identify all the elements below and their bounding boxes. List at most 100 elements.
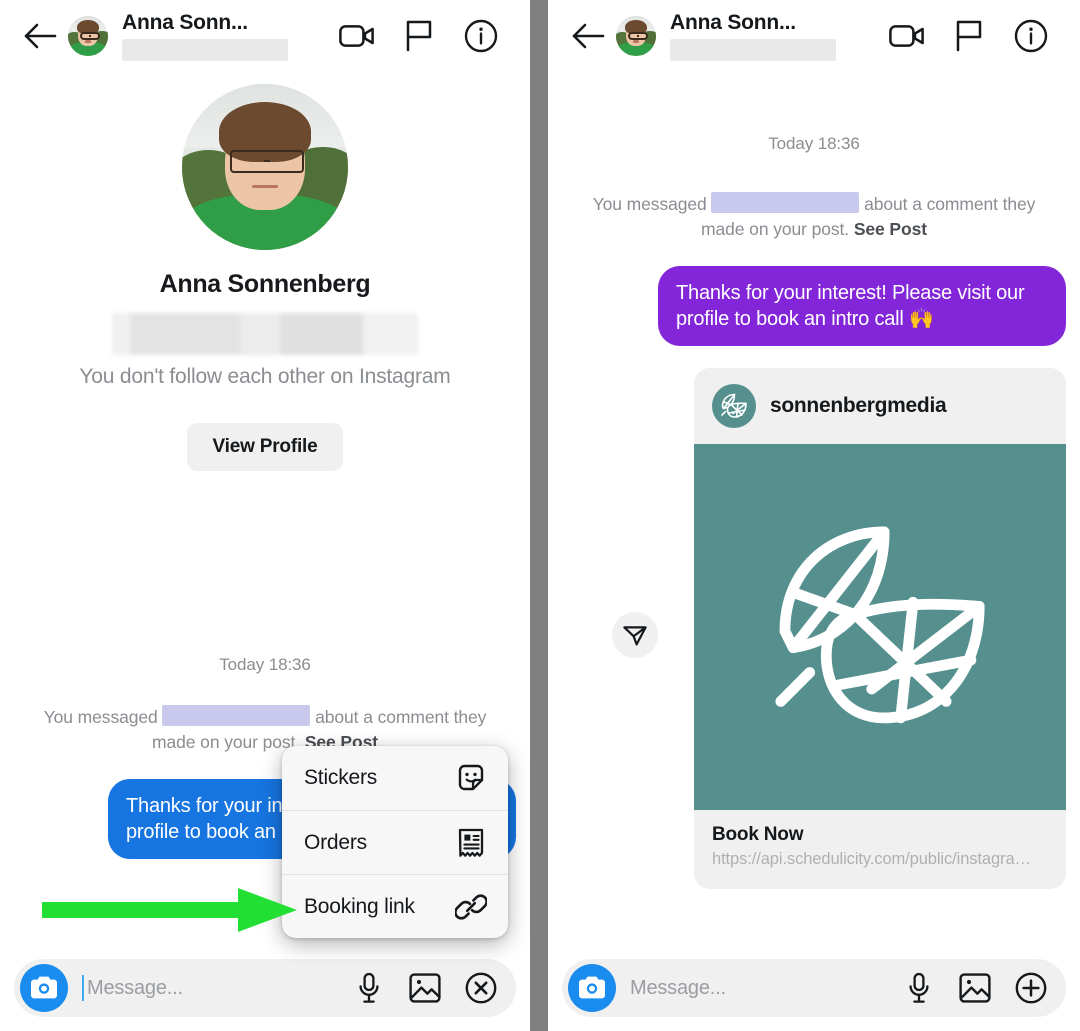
outgoing-message-row: Thanks for your interest! Please visit o… xyxy=(548,266,1080,346)
camera-icon xyxy=(31,976,57,999)
receipt-icon xyxy=(454,826,488,860)
gallery-button[interactable] xyxy=(408,971,442,1005)
composer-pill: Message... xyxy=(14,959,516,1017)
camera-icon xyxy=(579,976,605,999)
header-title-block[interactable]: Anna Sonn... xyxy=(122,11,326,61)
chat-header-right: Anna Sonn... xyxy=(548,0,1080,72)
dual-screenshot-container: Anna Sonn... Anna Sonnenberg You don't f… xyxy=(0,0,1080,1031)
page-title: Anna Sonn... xyxy=(670,10,796,34)
post-card-header: sonnenbergmedia xyxy=(694,368,1066,444)
post-cta-label: Book Now xyxy=(712,824,804,845)
header-actions xyxy=(876,8,1062,64)
mic-button[interactable] xyxy=(352,971,386,1005)
system-note: You messaged about a comment they made o… xyxy=(548,192,1080,242)
panel-divider xyxy=(530,0,548,1031)
chat-header-left: Anna Sonn... xyxy=(0,0,530,72)
flag-icon xyxy=(406,20,432,51)
gallery-button[interactable] xyxy=(958,971,992,1005)
avatar-photo xyxy=(68,15,108,56)
composer-actions xyxy=(902,971,1048,1005)
composer-pill: Message... xyxy=(562,959,1066,1017)
back-button[interactable] xyxy=(16,12,64,60)
flag-button[interactable] xyxy=(938,8,1000,64)
follow-status-text: You don't follow each other on Instagram xyxy=(79,365,451,388)
menu-item-stickers[interactable]: Stickers xyxy=(282,746,508,810)
outgoing-message-bubble[interactable]: Thanks for your interest! Please visit o… xyxy=(658,266,1066,346)
info-icon xyxy=(1014,19,1048,52)
video-call-icon xyxy=(889,24,924,47)
header-actions xyxy=(326,8,512,64)
profile-name: Anna Sonnenberg xyxy=(159,270,371,298)
profile-intro: Anna Sonnenberg You don't follow each ot… xyxy=(0,72,530,471)
message-input[interactable]: Message... xyxy=(82,975,352,1001)
redacted-username-bar xyxy=(670,38,836,61)
info-icon xyxy=(464,19,498,52)
add-attachment-button[interactable] xyxy=(1014,971,1048,1005)
message-placeholder: Message... xyxy=(630,976,726,999)
thread-timestamp: Today 18:36 xyxy=(768,134,860,153)
thread-timestamp: Today 18:36 xyxy=(219,655,311,674)
back-arrow-icon xyxy=(572,23,605,48)
redacted-name-chip xyxy=(711,192,860,213)
send-post-button[interactable] xyxy=(612,612,658,658)
post-image[interactable] xyxy=(694,444,1066,810)
video-call-icon xyxy=(339,24,374,47)
video-call-button[interactable] xyxy=(326,8,388,64)
post-username: sonnenbergmedia xyxy=(770,394,947,417)
menu-item-label: Booking link xyxy=(304,894,415,918)
page-title: Anna Sonn... xyxy=(122,10,248,34)
redacted-handle-bar xyxy=(112,313,418,355)
avatar[interactable] xyxy=(68,15,108,56)
mic-button[interactable] xyxy=(902,971,936,1005)
message-placeholder: Message... xyxy=(87,976,183,999)
back-arrow-icon xyxy=(24,23,57,48)
microphone-icon xyxy=(909,972,929,1003)
composer-right: Message... xyxy=(548,945,1080,1031)
profile-avatar[interactable] xyxy=(182,84,348,250)
profile-avatar-photo xyxy=(182,84,348,250)
redacted-name-chip xyxy=(162,705,311,726)
image-gallery-icon xyxy=(409,973,441,1003)
composer-left: Message... xyxy=(0,945,530,1031)
microphone-icon xyxy=(359,972,379,1003)
shared-post-card[interactable]: sonnenbergmedia Book Now https://api.sch… xyxy=(694,368,1066,889)
attachment-popup-menu: Stickers Orders Booking link xyxy=(282,746,508,938)
two-leaves-logo-icon xyxy=(775,526,985,724)
view-profile-row: View Profile xyxy=(0,423,530,471)
avatar-photo xyxy=(616,15,656,56)
right-screen: Anna Sonn... Today 18:36 You messaged ab… xyxy=(548,0,1080,1031)
post-card-footer: Book Now https://api.schedulicity.com/pu… xyxy=(694,810,1066,889)
close-button[interactable] xyxy=(464,971,498,1005)
camera-button[interactable] xyxy=(568,964,616,1012)
send-paper-plane-icon xyxy=(623,626,647,646)
menu-item-label: Stickers xyxy=(304,766,378,789)
menu-item-booking-link[interactable]: Booking link xyxy=(282,874,508,938)
annotation-arrow xyxy=(42,888,297,932)
redacted-username-bar xyxy=(122,38,288,61)
see-post-link[interactable]: See Post xyxy=(854,219,927,239)
text-caret xyxy=(82,975,84,1001)
close-x-icon xyxy=(465,972,497,1004)
camera-button[interactable] xyxy=(20,964,68,1012)
info-button[interactable] xyxy=(1000,8,1062,64)
header-title-block[interactable]: Anna Sonn... xyxy=(670,11,876,61)
left-screen: Anna Sonn... Anna Sonnenberg You don't f… xyxy=(0,0,530,1031)
view-profile-button[interactable]: View Profile xyxy=(186,423,344,471)
menu-item-orders[interactable]: Orders xyxy=(282,810,508,874)
system-note-prefix: You messaged xyxy=(592,194,707,214)
avatar[interactable] xyxy=(616,15,656,56)
post-url: https://api.schedulicity.com/public/inst… xyxy=(712,850,1031,868)
video-call-button[interactable] xyxy=(876,8,938,64)
flag-button[interactable] xyxy=(388,8,450,64)
menu-item-label: Orders xyxy=(304,830,367,854)
info-button[interactable] xyxy=(450,8,512,64)
link-chain-icon xyxy=(454,890,488,924)
two-leaves-logo-icon xyxy=(721,393,747,418)
back-button[interactable] xyxy=(564,12,612,60)
plus-icon xyxy=(1015,972,1047,1004)
flag-icon xyxy=(956,20,982,51)
system-note-prefix: You messaged xyxy=(43,707,158,727)
composer-actions xyxy=(352,971,498,1005)
sticker-icon xyxy=(454,761,488,795)
message-input[interactable]: Message... xyxy=(630,977,902,1000)
